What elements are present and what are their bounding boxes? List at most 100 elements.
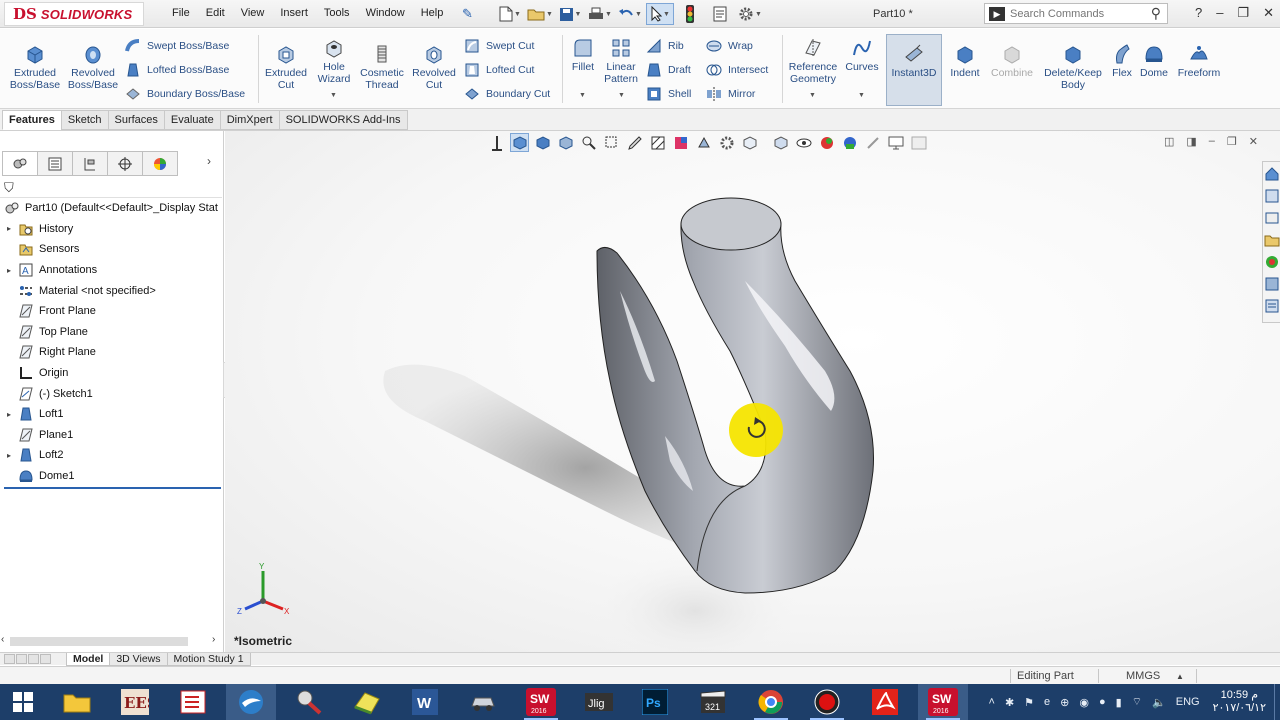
fillet-button[interactable]: Fillet [566, 37, 600, 73]
rebuild-button[interactable] [676, 3, 704, 25]
viewport-close-icon[interactable]: ✕ [1249, 135, 1258, 148]
menu-help[interactable]: Help [413, 7, 452, 19]
viewport-minimize-icon[interactable]: – [1209, 135, 1215, 148]
search-icon[interactable]: ⚲ [1151, 5, 1161, 22]
hatch-button[interactable] [648, 133, 667, 152]
lofted-boss-button[interactable]: Lofted Boss/Base [125, 62, 229, 78]
fillet-dropdown-icon[interactable]: ▼ [579, 92, 586, 99]
menu-insert[interactable]: Insert [272, 7, 316, 19]
pin-menu-icon[interactable]: ✎ [462, 6, 473, 22]
propertymanager-tab[interactable] [37, 151, 73, 176]
clock[interactable]: 10:59 م ٢٠١٧/٠٦/١٢ [1213, 689, 1266, 715]
open-button[interactable]: ▼ [526, 3, 554, 25]
search-scope-icon[interactable]: ▶ [989, 6, 1005, 21]
tab-3d-views[interactable]: 3D Views [109, 653, 168, 666]
boundary-boss-button[interactable]: Boundary Boss/Base [125, 86, 245, 102]
tree-root-part[interactable]: Part10 (Default<<Default>_Display Stat [0, 198, 222, 219]
tree-item-loft2[interactable]: ▸ Loft2 [0, 445, 222, 466]
tree-item-front-plane[interactable]: Front Plane [0, 301, 222, 322]
indent-button[interactable]: Indent [946, 43, 984, 79]
security-tray-icon[interactable]: ⊕ [1060, 696, 1069, 709]
design-library-icon[interactable] [1264, 210, 1280, 226]
dome-button[interactable]: Dome [1138, 43, 1170, 79]
tree-item-sketch1[interactable]: (-) Sketch1 [0, 383, 222, 404]
extruded-boss-button[interactable]: Extruded Boss/Base [8, 43, 62, 91]
expand-arrow-icon[interactable]: ▸ [4, 266, 14, 275]
menu-file[interactable]: File [164, 7, 198, 19]
viewport-prev-icon[interactable]: ◫ [1164, 135, 1174, 148]
view-palette-icon[interactable] [1264, 254, 1280, 270]
edit-appearance-button[interactable] [817, 133, 836, 152]
curves-dropdown-icon[interactable]: ▼ [858, 92, 865, 99]
select-button[interactable]: ▼ [646, 3, 674, 25]
combine-button[interactable]: Combine [988, 43, 1036, 79]
taskbar-photoshop[interactable]: Ps [630, 684, 680, 720]
displaymanager-tab[interactable] [142, 151, 178, 176]
tree-item-sensors[interactable]: Sensors [0, 239, 222, 260]
cosmetic-thread-button[interactable]: Cosmetic Thread [358, 43, 406, 91]
display-style-button[interactable] [533, 133, 552, 152]
taskbar-word[interactable]: W [400, 684, 450, 720]
volume-icon[interactable]: 🔈 [1152, 696, 1166, 709]
reference-geometry-dropdown-icon[interactable]: ▼ [809, 92, 816, 99]
tab-first-icon[interactable] [4, 654, 15, 664]
zoom-area-button[interactable] [579, 133, 598, 152]
solidworks-logo[interactable]: DS SOLIDWORKS [4, 2, 144, 26]
menu-window[interactable]: Window [358, 7, 413, 19]
apply-scene-button[interactable] [840, 133, 859, 152]
options-button[interactable]: ▼ [736, 3, 764, 25]
draft-button[interactable]: Draft [646, 62, 691, 78]
previous-view-button[interactable] [602, 133, 621, 152]
new-document-button[interactable]: ▼ [496, 3, 524, 25]
unit-system-selector[interactable]: MMGS [1126, 670, 1160, 682]
hide-show-button[interactable] [771, 133, 790, 152]
graphics-viewport[interactable]: ◫ ◨ – ❐ ✕ Y Z X *Isometric [225, 131, 1280, 652]
wifi-icon[interactable]: ⌔ [1132, 695, 1142, 709]
pattern-dropdown-icon[interactable]: ▼ [618, 92, 625, 99]
home-icon[interactable] [1264, 166, 1280, 182]
shell-button[interactable]: Shell [646, 86, 691, 102]
chevron-right-icon[interactable]: › [207, 154, 211, 168]
scene-button[interactable] [694, 133, 713, 152]
curves-button[interactable]: Curves [844, 37, 880, 73]
edge-tray-icon[interactable]: e [1044, 696, 1050, 708]
tab-last-icon[interactable] [40, 654, 51, 664]
view-cube-button[interactable] [740, 133, 759, 152]
tab-dimxpert[interactable]: DimXpert [219, 110, 280, 130]
linear-pattern-button[interactable]: Linear Pattern [602, 37, 640, 85]
swept-boss-button[interactable]: Swept Boss/Base [125, 38, 229, 54]
close-icon[interactable]: ✕ [1263, 5, 1274, 21]
search-commands-box[interactable]: ▶ ⚲ [984, 3, 1168, 24]
restore-icon[interactable]: ❐ [1237, 5, 1249, 21]
taskbar-record-app[interactable] [802, 684, 852, 720]
tree-item-right-plane[interactable]: Right Plane [0, 342, 222, 363]
revolved-cut-button[interactable]: Revolved Cut [410, 43, 458, 91]
viewport-next-icon[interactable]: ◨ [1186, 135, 1196, 148]
bluetooth-icon[interactable]: ✱ [1005, 696, 1014, 709]
tab-surfaces[interactable]: Surfaces [107, 110, 165, 130]
intersect-button[interactable]: Intersect [706, 62, 768, 78]
expand-arrow-icon[interactable]: ▸ [4, 410, 14, 419]
custom-properties-icon[interactable] [1264, 298, 1280, 314]
tree-item-history[interactable]: ▸ History [0, 219, 222, 240]
undo-button[interactable]: ▼ [616, 3, 644, 25]
language-indicator[interactable]: ENG [1176, 696, 1200, 708]
tab-addins[interactable]: SOLIDWORKS Add-Ins [278, 110, 408, 130]
taskbar-ees[interactable]: EES [110, 684, 160, 720]
expand-arrow-icon[interactable]: ▸ [4, 451, 14, 460]
taskbar-chrome[interactable] [746, 684, 796, 720]
featuremanager-tab[interactable] [2, 151, 38, 176]
tree-item-material-not-specified[interactable]: Material <not specified> [0, 280, 222, 301]
scroll-right-icon[interactable]: › [212, 634, 215, 645]
panel-horizontal-scrollbar[interactable]: ‹ › [0, 634, 222, 648]
menu-edit[interactable]: Edit [198, 7, 233, 19]
flex-button[interactable]: Flex [1108, 43, 1136, 79]
display-pane-button[interactable] [886, 133, 905, 152]
resources-icon[interactable] [1264, 188, 1280, 204]
help-icon[interactable]: ? [1195, 5, 1202, 21]
hole-wizard-dropdown-icon[interactable]: ▼ [330, 92, 337, 99]
taskbar-bird-app[interactable] [226, 684, 276, 720]
taskbar-tools-app[interactable] [284, 684, 334, 720]
rib-button[interactable]: Rib [646, 38, 684, 54]
taskbar-solidworks[interactable]: SW 2016 [516, 684, 566, 720]
